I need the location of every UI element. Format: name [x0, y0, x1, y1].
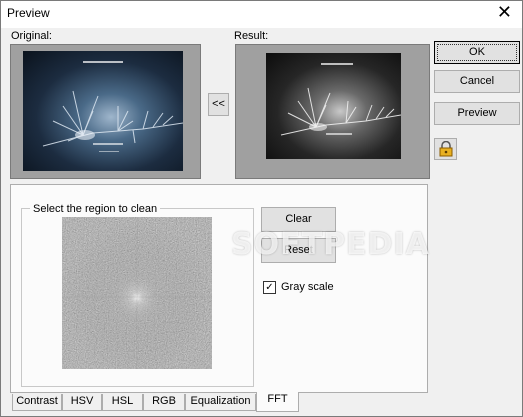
region-groupbox-legend: Select the region to clean: [30, 203, 161, 215]
preview-dialog: Preview ✕ Original: Result: << OK Cancel…: [0, 0, 523, 417]
window-title: Preview: [7, 6, 50, 20]
preview-button[interactable]: Preview: [434, 102, 520, 125]
frost-branch-image: [42, 61, 183, 152]
original-image-panel: [10, 44, 201, 179]
cancel-button[interactable]: Cancel: [434, 70, 520, 93]
original-label: Original:: [11, 30, 52, 42]
ok-button[interactable]: OK: [434, 41, 520, 64]
tab-fft[interactable]: FFT: [256, 392, 299, 412]
tab-rgb[interactable]: RGB: [143, 394, 185, 411]
title-bar: Preview ✕: [1, 1, 522, 28]
gray-scale-checkbox[interactable]: ✓: [263, 281, 276, 294]
tab-hsv[interactable]: HSV: [62, 394, 102, 411]
tab-hsl[interactable]: HSL: [102, 394, 143, 411]
tab-contrast[interactable]: Contrast: [12, 394, 62, 411]
original-photo: [23, 51, 183, 171]
result-photo: [266, 53, 401, 159]
softpedia-watermark: SOFTPEDIA: [231, 227, 430, 262]
grayscale-branch-image: [280, 63, 401, 136]
lock-icon: [439, 141, 453, 157]
fft-spectrum-image[interactable]: [62, 217, 212, 369]
gray-scale-label: Gray scale: [281, 281, 334, 293]
fft-noise: [62, 217, 212, 369]
close-icon[interactable]: ✕: [497, 3, 512, 23]
copy-back-button[interactable]: <<: [208, 93, 229, 116]
result-image-panel: [235, 44, 430, 179]
result-label: Result:: [234, 30, 269, 42]
tab-equalization[interactable]: Equalization: [185, 394, 256, 411]
lock-button[interactable]: [434, 138, 457, 160]
